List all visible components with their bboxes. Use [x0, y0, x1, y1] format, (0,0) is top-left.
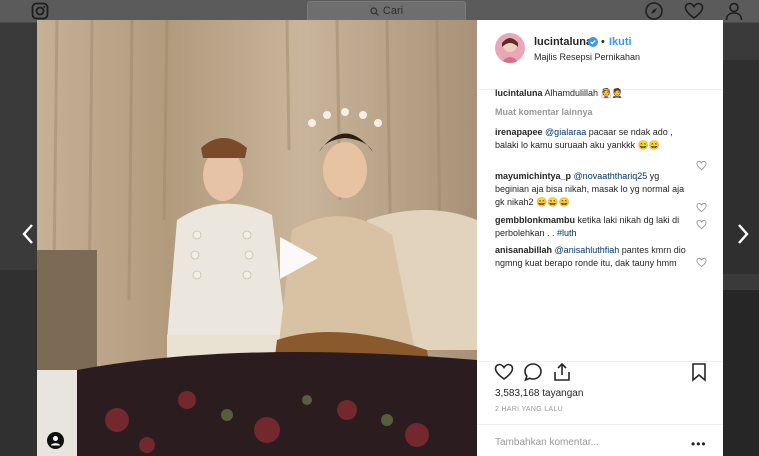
sound-toggle[interactable] — [47, 432, 64, 449]
post-username[interactable]: lucintaluna — [534, 36, 592, 48]
profile-icon[interactable] — [724, 1, 744, 21]
comment-item: anisanabillah @anisahluthfiah pantes kmr… — [495, 244, 691, 270]
post-header: lucintaluna • Ikuti Majlis Resepsi Perni… — [477, 20, 723, 90]
heart-icon[interactable] — [684, 1, 704, 21]
background-feed-strip — [0, 270, 37, 456]
more-options-button[interactable]: ••• — [691, 437, 707, 451]
comment-username[interactable]: mayumichintya_p — [495, 171, 571, 181]
comment-item: mayumichintya_p @novaaththariq25 yg begi… — [495, 170, 691, 209]
bookmark-icon[interactable] — [689, 362, 709, 382]
follow-button[interactable]: Ikuti — [609, 36, 632, 48]
comment-icon[interactable] — [523, 362, 543, 382]
avatar[interactable] — [495, 33, 525, 63]
comment-username[interactable]: anisanabillah — [495, 245, 552, 255]
view-count[interactable]: 3,583,168 tayangan — [495, 388, 583, 399]
post-video[interactable] — [37, 20, 477, 456]
search-icon — [370, 6, 379, 16]
comment-item: irenapapee @gialaraa pacaar se ndak ado … — [495, 126, 691, 152]
comment-username[interactable]: gembblonkmambu — [495, 215, 575, 225]
play-icon[interactable] — [274, 235, 320, 281]
chevron-right-icon[interactable] — [735, 222, 751, 246]
compass-icon[interactable] — [644, 1, 664, 21]
search-placeholder: Cari — [382, 5, 404, 17]
verified-icon — [588, 37, 598, 47]
like-comment-icon[interactable] — [696, 202, 707, 213]
caption-username[interactable]: lucintaluna — [495, 88, 543, 98]
comment-mention[interactable]: @anisahluthfiah — [555, 245, 620, 255]
add-comment-input[interactable]: Tambahkan komentar... — [495, 437, 599, 448]
like-comment-icon[interactable] — [696, 257, 707, 268]
divider — [477, 424, 723, 425]
chevron-left-icon[interactable] — [20, 222, 36, 246]
post-date: 2 HARI YANG LALU — [495, 406, 563, 413]
comment-hashtag[interactable]: #luth — [557, 228, 577, 238]
like-comment-icon[interactable] — [696, 219, 707, 230]
separator-dot: • — [601, 36, 605, 48]
post-location[interactable]: Majlis Resepsi Pernikahan — [534, 52, 640, 62]
load-more-comments[interactable]: Muat komentar lainnya — [495, 107, 593, 117]
sound-icon — [51, 436, 60, 446]
post-detail-panel: lucintaluna • Ikuti Majlis Resepsi Perni… — [477, 20, 723, 456]
instagram-icon[interactable] — [31, 2, 49, 20]
post-caption: lucintaluna Alhamdulillah 👰🤵 — [495, 88, 623, 99]
comment-mention[interactable]: @gialaraa — [545, 127, 586, 137]
background-feed-strip — [723, 290, 759, 456]
caption-text: Alhamdulillah 👰🤵 — [544, 88, 623, 98]
video-frame — [37, 20, 477, 456]
comment-mention[interactable]: @novaaththariq25 — [574, 171, 648, 181]
comment-username[interactable]: irenapapee — [495, 127, 543, 137]
share-icon[interactable] — [552, 362, 572, 382]
comment-item: gembblonkmambu ketika laki nikah dg laki… — [495, 214, 691, 240]
like-icon[interactable] — [494, 362, 514, 382]
like-comment-icon[interactable] — [696, 160, 707, 171]
search-input[interactable]: Cari — [307, 1, 466, 22]
